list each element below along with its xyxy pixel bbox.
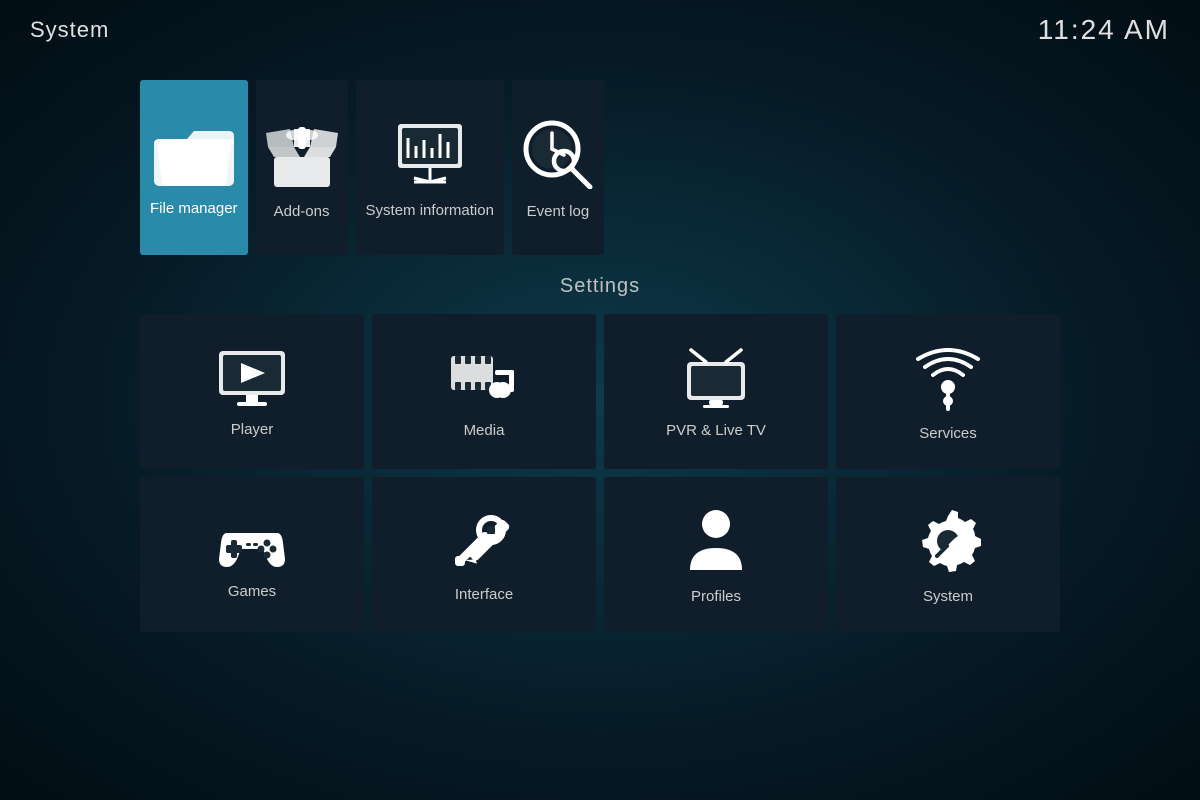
tile-event-log[interactable]: Event log [512,80,604,255]
tile-player[interactable]: Player [140,314,364,469]
add-ons-label: Add-ons [274,203,330,221]
tile-profiles[interactable]: Profiles [604,477,828,632]
top-bar: System 11:24 AM [0,0,1200,60]
event-log-label: Event log [527,203,590,221]
system-label: System [923,588,973,606]
main-content: File manager [0,60,1200,800]
tile-media[interactable]: Media [372,314,596,469]
tile-system[interactable]: System [836,477,1060,632]
interface-icon [453,510,515,572]
settings-label: Settings [560,275,640,298]
tile-file-manager[interactable]: File manager [140,80,248,255]
media-label: Media [464,422,505,440]
page-title: System [30,17,109,43]
file-manager-label: File manager [150,200,238,218]
clock: 11:24 AM [1038,14,1170,46]
system-information-label: System information [366,202,494,220]
pvr-live-tv-label: PVR & Live TV [666,422,766,440]
interface-label: Interface [455,586,513,604]
pvr-live-tv-icon [681,348,751,408]
top-row: File manager [140,80,1060,255]
event-log-icon [522,119,594,189]
system-information-icon [394,120,466,188]
settings-grid: Player [140,314,1060,632]
services-icon [915,345,981,411]
tile-interface[interactable]: Interface [372,477,596,632]
tile-system-information[interactable]: System information [356,80,504,255]
tile-services[interactable]: Services [836,314,1060,469]
profiles-icon [686,508,746,574]
tile-games[interactable]: Games [140,477,364,632]
media-icon [449,348,519,408]
tile-add-ons[interactable]: Add-ons [256,80,348,255]
games-icon [217,513,287,569]
games-label: Games [228,583,276,601]
player-label: Player [231,421,274,439]
add-ons-icon [266,119,338,189]
profiles-label: Profiles [691,588,741,606]
system-icon [915,508,981,574]
tile-pvr-live-tv[interactable]: PVR & Live TV [604,314,828,469]
player-icon [217,349,287,407]
services-label: Services [919,425,977,443]
file-manager-icon [154,121,234,186]
